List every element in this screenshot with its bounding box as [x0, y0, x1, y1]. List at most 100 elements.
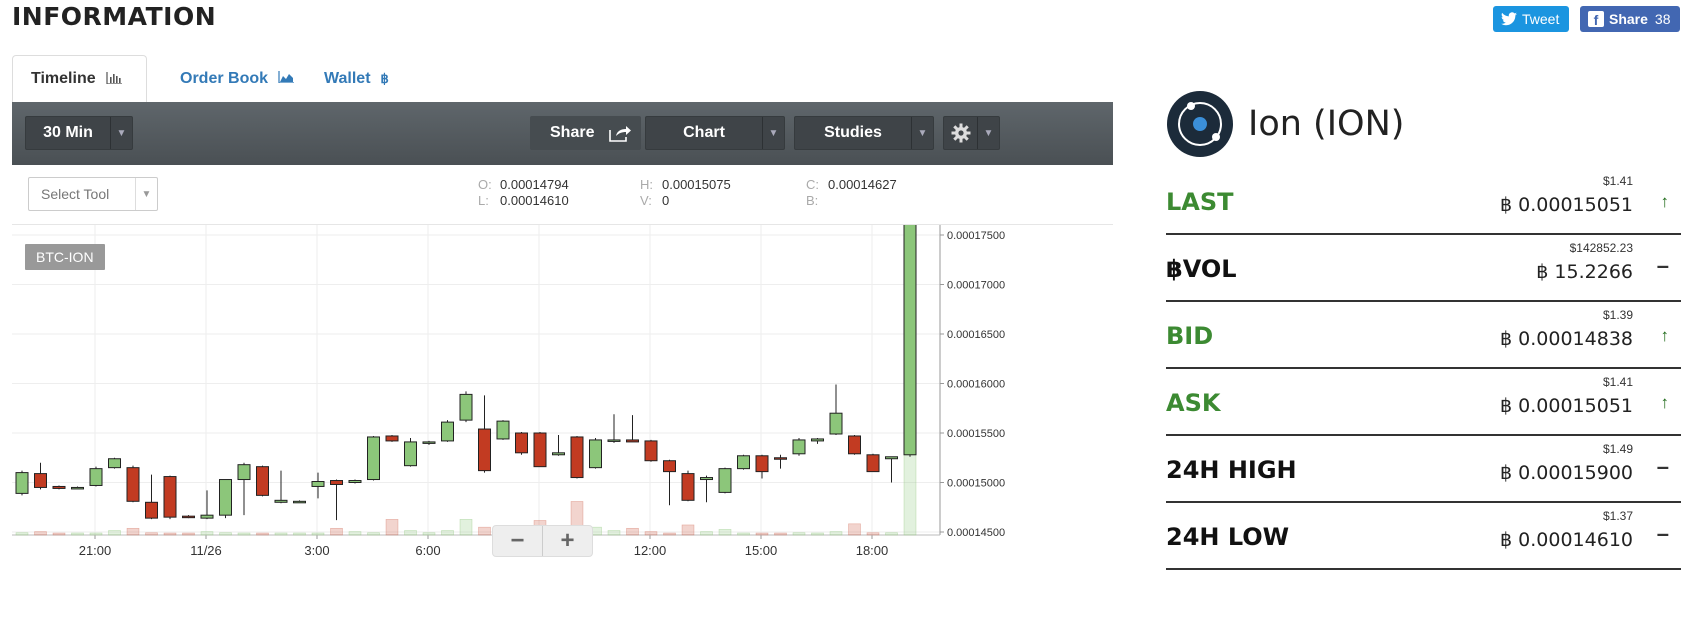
chevron-down-icon: ▼ [977, 117, 999, 149]
volume-bar [829, 531, 843, 536]
arrow-up-icon: ↑ [1660, 192, 1670, 211]
studies-label: Studies [824, 124, 882, 141]
dash-icon: – [1656, 521, 1669, 546]
studies-dropdown[interactable]: Studies ▼ [794, 116, 934, 150]
stat-usd: $1.37 [1602, 509, 1633, 523]
facebook-share-button[interactable]: f Share 38 [1580, 6, 1680, 32]
facebook-icon: f [1588, 11, 1604, 28]
interval-dropdown[interactable]: 30 Min ▼ [25, 116, 133, 150]
candle-body [570, 436, 584, 479]
candle-body [718, 468, 732, 493]
chart-toolbar: 30 Min ▼ Share Chart ▼ Studies ▼ ▼ [12, 102, 1113, 165]
volume-bar [774, 532, 787, 536]
ohlc-low: L: 0.00014610 [478, 193, 569, 208]
ohlc-bid: B: [806, 193, 819, 208]
candle-body [515, 432, 528, 454]
volume-bar [15, 532, 29, 536]
stat-label: ASK [1166, 389, 1221, 417]
x-tick-label: 18:00 [856, 543, 889, 558]
candle-body [219, 479, 232, 516]
volume-bar [811, 532, 824, 536]
candle-body [182, 515, 195, 519]
bitcoin-icon: ฿ [380, 70, 389, 86]
candle-body [15, 472, 29, 494]
volume-bar [348, 531, 362, 536]
volume-bar [681, 524, 695, 536]
volume-bar [459, 519, 473, 536]
candle-body [311, 481, 325, 487]
candle-body [441, 421, 454, 442]
zoom-out-button[interactable]: − [493, 526, 542, 556]
y-tick-label: 0.00015500 [947, 428, 1005, 440]
share-chart-button[interactable]: Share [530, 116, 641, 150]
volume-bar [626, 527, 639, 536]
volume-bar [71, 532, 84, 536]
stat-btc: ฿ 0.00014838 [1500, 328, 1633, 350]
stat-btc: ฿ 15.2266 [1536, 261, 1633, 283]
candle-body [330, 480, 343, 485]
candle-body [848, 435, 861, 455]
stat-24h-low: 24H LOW $1.37 ฿ 0.00014610 – [1166, 503, 1681, 570]
stat-24h-high: 24H HIGH $1.49 ฿ 0.00015900 – [1166, 436, 1681, 503]
candle-body [792, 439, 806, 455]
zoom-in-button[interactable]: + [542, 526, 592, 556]
coin-name: Ion (ION) [1248, 104, 1405, 144]
volume-bar [219, 532, 232, 536]
candle-body [404, 441, 417, 467]
zoom-control: − + [492, 525, 593, 557]
stat-btc: ฿ 0.00014610 [1500, 529, 1633, 551]
volume-bar [108, 530, 121, 536]
stat-usd: $1.41 [1602, 174, 1633, 188]
candle-body [700, 477, 713, 481]
ohlc-bar: Select Tool ▼ O: 0.00014794 L: 0.00014610 … [12, 165, 1113, 225]
share-count: 38 [1654, 11, 1671, 27]
volume-bar [663, 532, 676, 536]
candle-body [755, 455, 769, 473]
tab-bar: Timeline Order Book Wallet ฿ [12, 55, 1112, 102]
settings-dropdown[interactable]: ▼ [943, 116, 1000, 150]
price-chart[interactable]: 0.00017500 0.00017000 0.00016500 0.00016000… [12, 225, 1113, 623]
volume-bar [330, 527, 343, 536]
volume-bar [293, 532, 306, 536]
ohlc-high: H: 0.00015075 [640, 177, 731, 192]
candle-body [866, 454, 880, 473]
x-tick-label: 3:00 [304, 543, 329, 558]
volume-bar [404, 530, 417, 536]
tab-wallet-label: Wallet [324, 69, 371, 87]
volume-bar [182, 532, 195, 536]
candle-body [903, 225, 917, 456]
volume-bar [52, 532, 66, 536]
arrow-up-icon: ↑ [1660, 393, 1670, 412]
y-tick-label: 0.00017500 [947, 230, 1005, 242]
volume-bar [89, 532, 103, 536]
candle-body [256, 466, 269, 496]
stat-usd: $142852.23 [1569, 241, 1633, 255]
candle-body [496, 420, 510, 440]
candle-body [644, 440, 658, 462]
tab-timeline[interactable]: Timeline [12, 55, 147, 102]
select-tool-dropdown[interactable]: Select Tool ▼ [28, 177, 158, 211]
x-tick-label: 12:00 [634, 543, 667, 558]
arrow-up-icon: ↑ [1660, 326, 1670, 345]
chart-type-dropdown[interactable]: Chart ▼ [645, 116, 785, 150]
stat-btc-volume: ฿VOL $142852.23 ฿ 15.2266 – [1166, 235, 1681, 302]
candle-body [681, 473, 695, 501]
interval-label: 30 Min [43, 124, 93, 141]
stat-label: 24H HIGH [1166, 456, 1297, 484]
volume-bar [367, 532, 380, 536]
share-arrow-icon [608, 124, 632, 142]
tab-wallet[interactable]: Wallet ฿ [306, 55, 407, 102]
candle-body [71, 486, 84, 490]
volume-bar [256, 532, 269, 536]
volume-bar [441, 530, 454, 536]
tweet-button[interactable]: Tweet [1493, 6, 1569, 32]
candle-body [293, 500, 306, 504]
chevron-down-icon: ▼ [110, 117, 132, 149]
tab-order-book[interactable]: Order Book [162, 55, 312, 102]
stat-usd: $1.49 [1602, 442, 1633, 456]
stat-btc: ฿ 0.00015900 [1500, 462, 1633, 484]
candle-body [163, 476, 177, 518]
stat-bid: BID $1.39 ฿ 0.00014838 ↑ [1166, 302, 1681, 369]
candle-body [200, 514, 214, 519]
ohlc-close: C: 0.00014627 [806, 177, 897, 192]
